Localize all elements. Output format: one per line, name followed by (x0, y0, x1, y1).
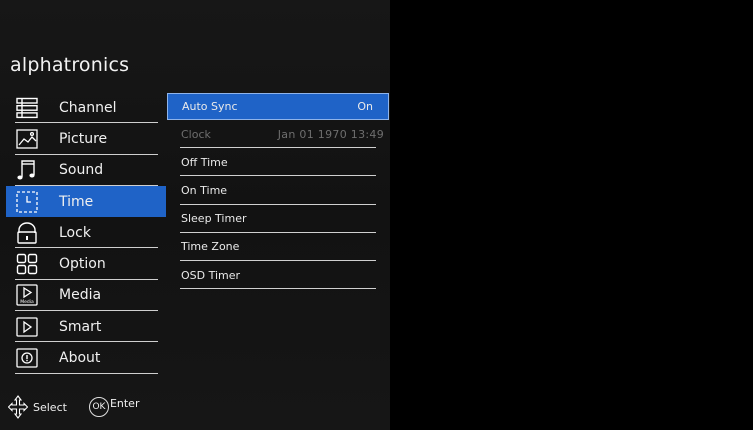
submenu-row-label: Clock (181, 127, 211, 141)
smart-play-icon (16, 316, 38, 338)
channel-list-icon (16, 97, 38, 119)
sidebar-item-lock[interactable]: Lock (0, 217, 166, 249)
sidebar: Channel Picture Sound Time Lock Option M… (0, 92, 166, 374)
submenu-row-label: Off Time (181, 155, 228, 169)
media-play-icon: Media (16, 284, 38, 307)
submenu-row-label: On Time (181, 183, 228, 197)
sidebar-item-time[interactable]: Time (6, 185, 166, 218)
sidebar-item-label: Lock (59, 224, 91, 241)
sidebar-item-label: Sound (59, 162, 104, 179)
sidebar-item-about[interactable]: About (0, 342, 166, 374)
ok-button-icon: OK (88, 397, 109, 417)
picture-icon (16, 128, 38, 150)
sidebar-item-option[interactable]: Option (0, 248, 166, 281)
submenu-row-label: Sleep Timer (181, 212, 247, 226)
clock-icon (16, 190, 38, 213)
sidebar-item-label: About (59, 350, 101, 367)
music-note-icon (16, 159, 38, 181)
select-hint-label: Select (33, 400, 67, 414)
enter-hint-label: Enter (109, 396, 140, 410)
key-hints-footer: Select OK Enter (8, 395, 139, 419)
lock-icon (16, 222, 38, 244)
submenu-row-clock: Clock Jan 01 1970 13:49 (167, 120, 389, 149)
grid-icon (16, 253, 38, 275)
menu-panel: alphatronics Channel Picture Sound Time … (0, 0, 390, 430)
submenu-row-osd-timer[interactable]: OSD Timer (167, 261, 389, 290)
sidebar-item-label: Channel (59, 99, 117, 116)
sidebar-item-label: Picture (59, 130, 108, 147)
submenu-row-value: On (357, 100, 373, 113)
dpad-arrows-icon (8, 395, 28, 419)
sidebar-item-label: Media (59, 287, 102, 304)
submenu-row-time-zone[interactable]: Time Zone (167, 233, 389, 262)
submenu-row-off-time[interactable]: Off Time (167, 148, 389, 177)
submenu-row-value: Jan 01 1970 13:49 (277, 127, 384, 141)
submenu-row-label: OSD Timer (181, 268, 241, 282)
submenu-row-on-time[interactable]: On Time (167, 176, 389, 205)
sidebar-item-sound[interactable]: Sound (0, 155, 166, 187)
sidebar-item-label: Smart (59, 318, 102, 335)
submenu-row-sleep-timer[interactable]: Sleep Timer (167, 205, 389, 233)
sidebar-item-media[interactable]: Media Media (0, 280, 166, 312)
sidebar-item-label: Option (59, 256, 106, 273)
sidebar-item-smart[interactable]: Smart (0, 311, 166, 343)
sidebar-item-label: Time (59, 193, 94, 210)
submenu-row-auto-sync[interactable]: Auto Sync On (167, 93, 389, 120)
time-submenu: Auto Sync On Clock Jan 01 1970 13:49 Off… (167, 93, 389, 290)
submenu-row-label: Time Zone (181, 240, 240, 254)
media-icon-text: Media (20, 299, 34, 305)
submenu-row-label: Auto Sync (182, 100, 238, 113)
sidebar-item-channel[interactable]: Channel (0, 92, 166, 124)
sidebar-item-picture[interactable]: Picture (0, 123, 166, 155)
brand-logo: alphatronics (10, 54, 130, 76)
info-icon (16, 347, 38, 369)
